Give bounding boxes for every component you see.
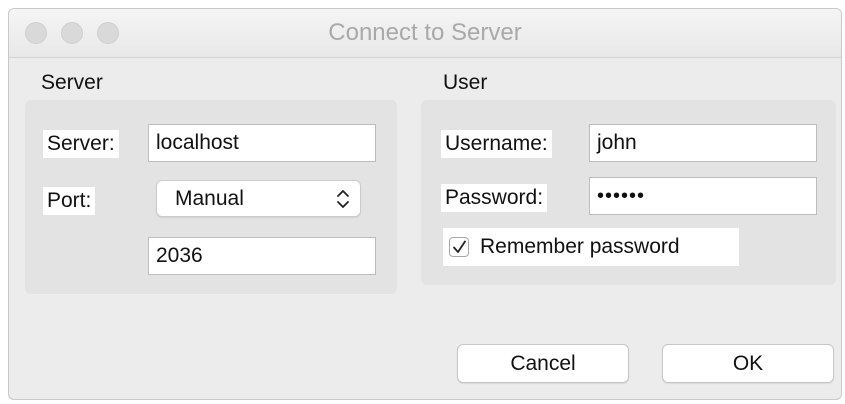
- port-mode-select[interactable]: Manual: [156, 180, 361, 217]
- chevron-updown-icon: [337, 190, 349, 208]
- port-label: Port:: [43, 187, 96, 215]
- server-section-heading: Server: [41, 71, 103, 94]
- zoom-window-icon[interactable]: [97, 22, 119, 44]
- title-bar[interactable]: Connect to Server: [9, 9, 841, 58]
- remember-password-label: Remember password: [480, 235, 680, 258]
- close-window-icon[interactable]: [25, 22, 47, 44]
- server-label: Server:: [43, 130, 119, 158]
- remember-password-checkbox[interactable]: [449, 237, 469, 257]
- password-field[interactable]: ••••••: [589, 177, 817, 215]
- password-label: Password:: [441, 184, 548, 212]
- cancel-button[interactable]: Cancel: [457, 344, 629, 383]
- user-section-heading: User: [443, 71, 488, 94]
- connect-dialog: Connect to Server Server Server: localho…: [8, 8, 842, 400]
- port-mode-value: Manual: [175, 186, 244, 210]
- checkmark-icon: [453, 240, 466, 253]
- port-number-field[interactable]: 2036: [148, 237, 376, 275]
- username-field[interactable]: john: [589, 124, 817, 162]
- ok-button[interactable]: OK: [662, 344, 834, 383]
- minimize-window-icon[interactable]: [61, 22, 83, 44]
- window-title: Connect to Server: [328, 19, 522, 46]
- server-field[interactable]: localhost: [148, 124, 376, 162]
- remember-password-row[interactable]: Remember password: [443, 228, 739, 266]
- username-label: Username:: [441, 130, 552, 158]
